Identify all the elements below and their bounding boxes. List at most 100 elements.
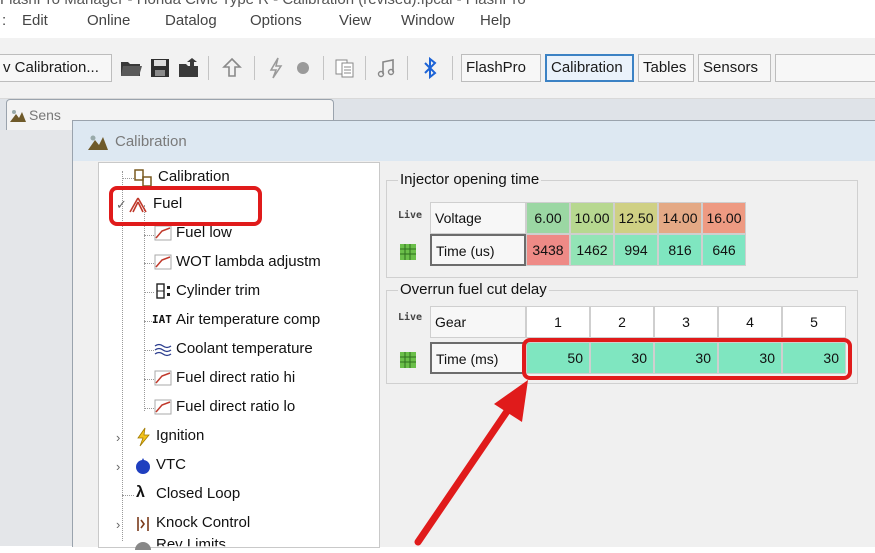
- menu-bar: : Edit Online Datalog Options View Windo…: [0, 8, 875, 36]
- toolbar-separator: [452, 56, 453, 80]
- menu-datalog[interactable]: Datalog: [165, 12, 217, 29]
- toolbar-separator: [365, 56, 366, 80]
- overrun-gear-cell[interactable]: 2: [590, 306, 654, 338]
- ignition-lightning-icon: [137, 427, 150, 447]
- menu-options[interactable]: Options: [250, 12, 302, 29]
- tree-connector: [144, 350, 154, 351]
- tree-item-label: Coolant temperature: [176, 340, 313, 357]
- save-icon[interactable]: [148, 56, 172, 80]
- menu-window[interactable]: Window: [401, 12, 454, 29]
- upload-arrow-icon[interactable]: [220, 56, 244, 80]
- tree-item-label: Cylinder trim: [176, 282, 261, 299]
- table-grid-icon[interactable]: [400, 352, 416, 368]
- menu-help[interactable]: Help: [480, 12, 511, 29]
- calibration-window-icon: [88, 135, 108, 150]
- injector-time-label: Time (us): [430, 234, 526, 266]
- injector-time-cell[interactable]: 816: [658, 234, 702, 266]
- toolbar-separator: [323, 56, 324, 80]
- injector-voltage-cell[interactable]: 16.00: [702, 202, 746, 234]
- cylinder-trim-icon: [156, 283, 170, 299]
- overrun-gear-cell[interactable]: 5: [782, 306, 846, 338]
- calibration-node-icon: [134, 169, 152, 187]
- tree-item-label: Calibration: [158, 168, 230, 185]
- sensors-button[interactable]: Sensors: [698, 54, 771, 82]
- fuel-map-icon: [154, 370, 172, 386]
- live-indicator: Live: [398, 210, 423, 221]
- rev-limit-gauge-icon: [135, 542, 151, 550]
- injector-voltage-cell[interactable]: 6.00: [526, 202, 570, 234]
- iat-icon: IAT: [152, 313, 172, 326]
- tree-item-label: Knock Control: [156, 514, 251, 531]
- injector-voltage-cell[interactable]: 14.00: [658, 202, 702, 234]
- toolbar-separator: [254, 56, 255, 80]
- bluetooth-icon[interactable]: [418, 56, 442, 80]
- toolbar-overflow-button[interactable]: [775, 54, 875, 82]
- injector-opening-title: Injector opening time: [398, 171, 542, 188]
- export-folder-icon[interactable]: [177, 56, 201, 80]
- overrun-gear-label: Gear: [430, 306, 526, 338]
- overrun-fuel-cut-title: Overrun fuel cut delay: [398, 281, 549, 298]
- tree-expand-chevron[interactable]: ›: [116, 430, 120, 445]
- tree-item-label: Ignition: [156, 427, 205, 444]
- music-note-icon[interactable]: [375, 56, 399, 80]
- tree-item-label: Fuel direct ratio lo: [176, 398, 296, 415]
- overrun-gear-cell[interactable]: 1: [526, 306, 590, 338]
- live-indicator: Live: [398, 312, 423, 323]
- open-folder-icon[interactable]: [119, 56, 143, 80]
- injector-time-cell[interactable]: 3438: [526, 234, 570, 266]
- copy-pages-icon[interactable]: [333, 56, 357, 80]
- calibration-window-title: Calibration: [115, 133, 187, 150]
- injector-time-cell[interactable]: 994: [614, 234, 658, 266]
- knock-sensor-icon: [137, 517, 149, 531]
- injector-time-cell[interactable]: 1462: [570, 234, 614, 266]
- tree-connector: [144, 408, 154, 409]
- tree-connector: [144, 379, 154, 380]
- menu-online[interactable]: Online: [87, 12, 130, 29]
- tree-connector: [122, 178, 134, 179]
- overrun-gear-cell[interactable]: 4: [718, 306, 782, 338]
- injector-time-cell[interactable]: 646: [702, 234, 746, 266]
- tree-expand-chevron[interactable]: ›: [116, 517, 120, 532]
- calibration-window-titlebar[interactable]: Calibration: [73, 121, 875, 161]
- tree-item-label: VTC: [156, 456, 186, 473]
- injector-voltage-cell[interactable]: 12.50: [614, 202, 658, 234]
- tree-item-label: Air temperature comp: [176, 311, 321, 328]
- fuel-map-icon: [154, 399, 172, 415]
- menu-view[interactable]: View: [339, 12, 371, 29]
- overrun-time-highlight-annotation: [522, 338, 852, 380]
- table-grid-icon[interactable]: [400, 244, 416, 260]
- tree-item-label: Closed Loop: [156, 485, 241, 502]
- annotation-arrow-icon: [414, 380, 528, 546]
- injector-voltage-cell[interactable]: 10.00: [570, 202, 614, 234]
- injector-voltage-label: Voltage: [430, 202, 526, 234]
- open-calibration-button[interactable]: v Calibration...: [0, 54, 112, 82]
- toolbar-separator: [407, 56, 408, 80]
- sensors-window-label: Sens: [29, 107, 61, 123]
- toolbar: v Calibration... FlashPro Calibration Ta…: [0, 38, 875, 99]
- lightning-icon[interactable]: [264, 56, 288, 80]
- tree-expand-chevron[interactable]: ›: [116, 459, 120, 474]
- vtc-cam-icon: [136, 458, 150, 474]
- menu-edit[interactable]: Edit: [22, 12, 48, 29]
- coolant-wave-icon: [154, 343, 172, 357]
- tree-connector: [144, 292, 154, 293]
- record-icon[interactable]: [291, 56, 315, 80]
- window-title: FlashPro Manager - Honda Civic Type R - …: [0, 0, 526, 8]
- calibration-tab-button[interactable]: Calibration: [545, 54, 634, 82]
- flashpro-button[interactable]: FlashPro: [461, 54, 541, 82]
- tables-button[interactable]: Tables: [638, 54, 694, 82]
- tree-item-label: Fuel direct ratio hi: [176, 369, 296, 386]
- tree-item-label: Fuel low: [176, 224, 232, 241]
- window-title-strip: FlashPro Manager - Honda Civic Type R - …: [0, 0, 875, 8]
- tree-item-label: WOT lambda adjustm: [176, 253, 321, 270]
- fuel-highlight-annotation: [109, 186, 262, 226]
- sensors-window-icon: [10, 110, 26, 122]
- overrun-gear-cell[interactable]: 3: [654, 306, 718, 338]
- toolbar-separator: [208, 56, 209, 80]
- fuel-map-icon: [154, 225, 172, 241]
- tree-connector: [122, 495, 134, 496]
- tree-connector: [144, 263, 154, 264]
- tree-item-label: Rev Limits: [156, 536, 227, 553]
- fuel-map-icon: [154, 254, 172, 270]
- lambda-icon: λ: [136, 484, 145, 501]
